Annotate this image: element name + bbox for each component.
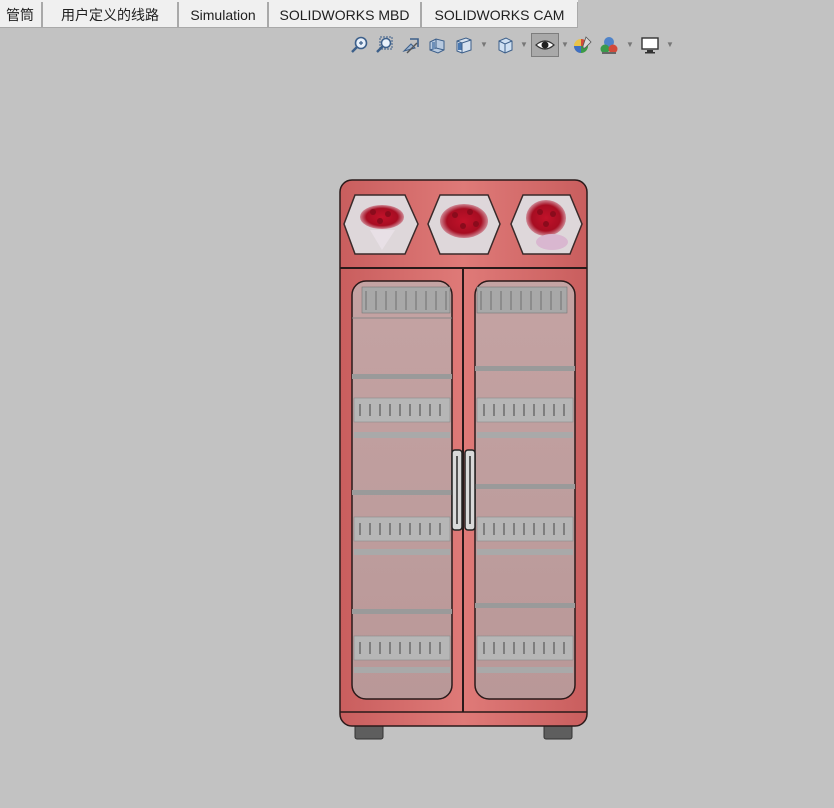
- hide-show-dropdown[interactable]: ▼: [561, 41, 569, 49]
- zoom-to-fit-icon: [351, 36, 368, 53]
- display-style-dropdown[interactable]: ▼: [520, 41, 528, 49]
- section-view-icon: [429, 38, 445, 54]
- tab-simulation[interactable]: Simulation: [178, 2, 268, 28]
- zoom-to-area-button[interactable]: [374, 34, 396, 56]
- command-manager-tabs: 管筒 用户定义的线路 Simulation SOLIDWORKS MBD SOL…: [0, 0, 834, 30]
- view-settings-icon: [641, 37, 659, 54]
- view-orientation-dropdown[interactable]: ▼: [480, 41, 488, 49]
- display-style-icon: [498, 37, 513, 54]
- view-settings-dropdown[interactable]: ▼: [666, 41, 674, 49]
- apply-scene-icon: [600, 37, 618, 54]
- edit-appearance-icon: [574, 36, 592, 53]
- flower-display-cabinet-model[interactable]: [0, 60, 834, 808]
- view-settings-button[interactable]: [639, 34, 661, 56]
- tab-piping[interactable]: 管筒: [0, 2, 42, 28]
- tab-user-defined-routing[interactable]: 用户定义的线路: [42, 2, 178, 28]
- view-orientation-icon: [456, 37, 472, 54]
- previous-view-icon: [402, 38, 419, 54]
- apply-scene-button[interactable]: [598, 34, 620, 56]
- flower-panel-center: [427, 194, 501, 255]
- door-left[interactable]: [351, 280, 453, 700]
- apply-scene-dropdown[interactable]: ▼: [626, 41, 634, 49]
- flower-panel-left: [343, 194, 419, 255]
- tab-solidworks-mbd[interactable]: SOLIDWORKS MBD: [268, 2, 421, 28]
- hide-show-items-button[interactable]: [531, 33, 559, 57]
- flower-panel-right: [510, 194, 583, 255]
- section-view-button[interactable]: [426, 34, 448, 56]
- graphics-viewport[interactable]: [0, 60, 834, 808]
- edit-appearance-button[interactable]: [572, 34, 594, 56]
- tab-solidworks-cam[interactable]: SOLIDWORKS CAM: [421, 2, 578, 28]
- zoom-to-fit-button[interactable]: [349, 34, 371, 56]
- zoom-to-area-icon: [376, 36, 393, 53]
- door-right[interactable]: [474, 280, 576, 700]
- view-orientation-button[interactable]: [453, 34, 475, 56]
- heads-up-view-toolbar: ▼ ▼ ▼ ▼ ▼: [0, 33, 834, 58]
- hide-show-items-icon: [535, 40, 555, 50]
- display-style-button[interactable]: [494, 34, 516, 56]
- previous-view-button[interactable]: [400, 34, 422, 56]
